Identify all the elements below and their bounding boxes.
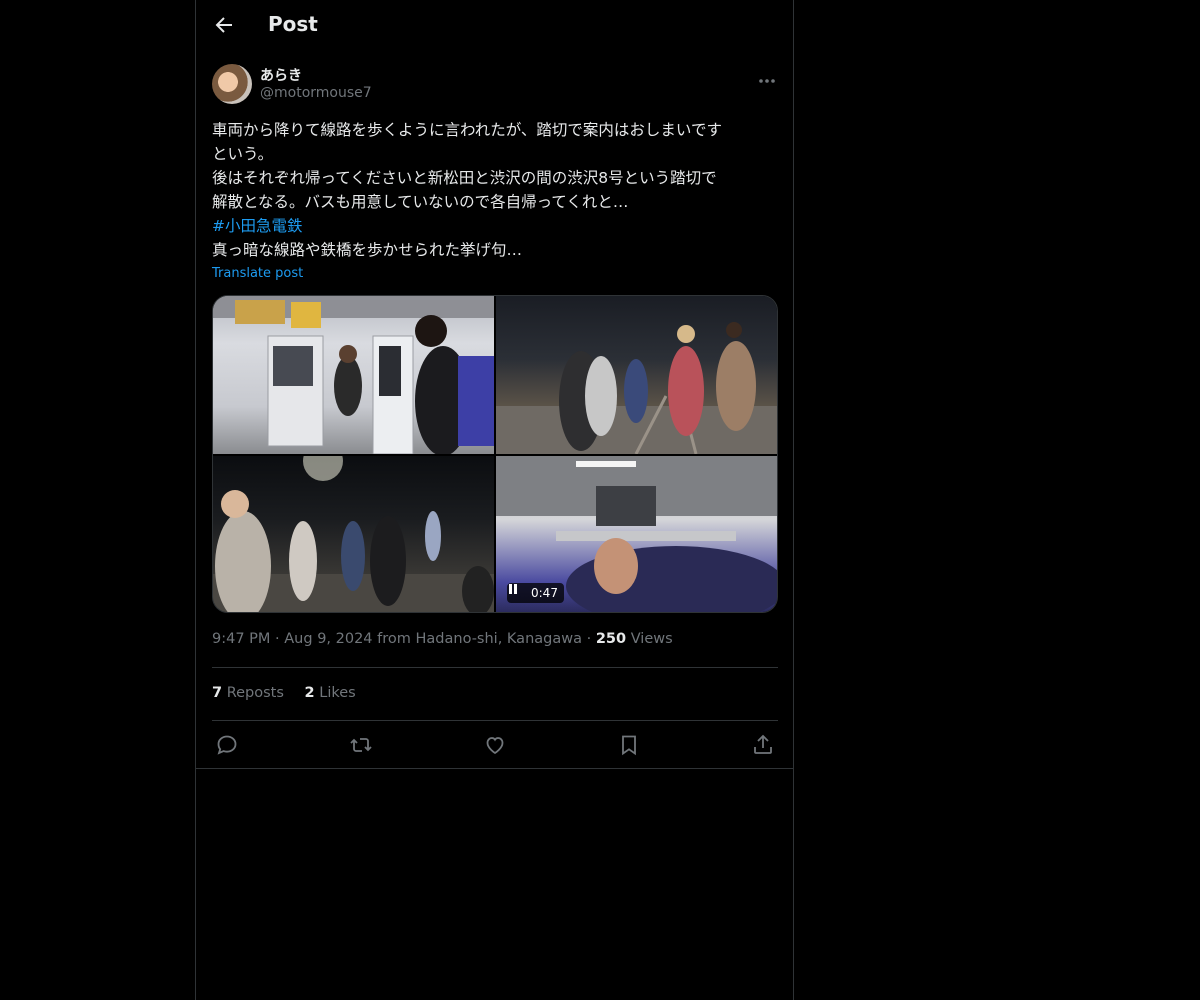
divider [212,720,778,721]
share-icon[interactable] [751,733,775,757]
likes-label: Likes [319,685,356,701]
post-date-location[interactable]: Aug 9, 2024 from Hadano-shi, Kanagawa [284,631,582,647]
avatar[interactable] [212,64,252,104]
likes-count: 2 [304,685,315,701]
post-text-line: 車両から降りて線路を歩くように言われたが、踏切で案内はおしまいです [212,121,722,139]
author-name[interactable]: あらき [260,65,302,85]
separator: · [586,631,592,647]
reposts-label: Reposts [226,685,284,701]
author-handle[interactable]: @motormouse7 [260,85,372,101]
reply-icon[interactable] [215,733,239,757]
repost-icon[interactable] [349,733,373,757]
views-count: 250 [595,631,627,647]
engagement-stats: 7 Reposts 2 Likes [212,685,372,701]
arrow-left-icon[interactable] [212,13,236,37]
video-duration: 0:47 [531,586,558,600]
post-text: 車両から降りて線路を歩くように言われたが、踏切で案内はおしまいです という。 後… [212,118,778,262]
reposts-count: 7 [212,685,223,701]
post-text-line: 後はそれぞれ帰ってくださいと新松田と渋沢の間の渋沢8号という踏切で [212,169,717,187]
post-text-line: という。 [212,145,274,163]
post-text-line: 解散となる。バスも用意していないので各自帰ってくれと… [212,193,629,211]
photo-walking-on-tracks[interactable] [496,296,777,454]
video-badge: 0:47 [507,583,564,603]
likes-stat[interactable]: 2 Likes [305,685,356,701]
photo-train-interior[interactable] [213,296,494,454]
author-row: あらき @motormouse7 [212,64,778,108]
media-grid: 0:47 [212,295,778,613]
video-carriage-ceiling[interactable]: 0:47 [496,456,777,612]
ellipsis-icon[interactable] [756,70,778,92]
post-text-line: 真っ暗な線路や鉄橋を歩かせられた挙げ句… [212,241,523,259]
translate-post-link[interactable]: Translate post [212,266,303,281]
views-label: Views [630,631,673,647]
pause-icon[interactable] [509,584,525,599]
hashtag-link[interactable]: #小田急電鉄 [212,214,778,238]
photo-crowd-at-crossing[interactable] [213,456,494,612]
post-time[interactable]: 9:47 PM [212,631,270,647]
bookmark-icon[interactable] [617,733,641,757]
action-bar [212,733,778,757]
reposts-stat[interactable]: 7 Reposts [212,685,284,701]
header: Post [196,0,793,54]
separator: · [275,631,280,647]
post-meta: 9:47 PM · Aug 9, 2024 from Hadano-shi, K… [212,631,673,647]
post-column: Post あらき @motormouse7 車両から降りて線路を歩くように言われ… [195,0,794,1000]
divider [212,667,778,668]
divider [196,768,793,769]
like-icon[interactable] [483,733,507,757]
page-title: Post [268,12,318,36]
